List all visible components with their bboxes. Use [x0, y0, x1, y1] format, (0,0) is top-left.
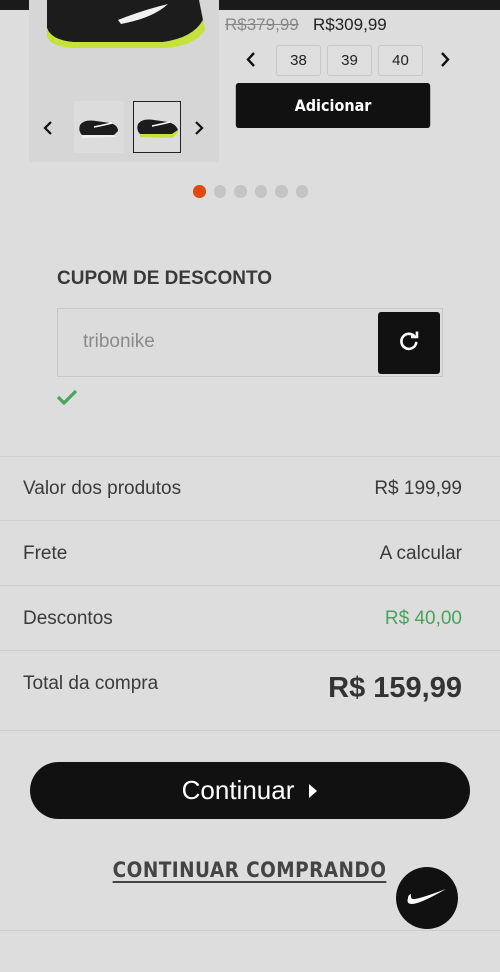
thumbnail-next-button[interactable] — [189, 117, 209, 143]
continue-button[interactable]: Continuar — [30, 762, 470, 819]
size-option[interactable]: 40 — [378, 45, 423, 76]
size-option[interactable]: 38 — [276, 45, 321, 76]
coupon-apply-button[interactable] — [378, 312, 440, 374]
original-price: R$379,99 — [225, 15, 299, 34]
carousel-pagination — [193, 185, 308, 198]
divider — [0, 730, 500, 731]
product-main-image — [43, 0, 205, 52]
carousel-dot[interactable] — [193, 185, 206, 198]
divider — [0, 456, 500, 457]
product-thumbnail[interactable] — [74, 101, 124, 153]
products-total-value: R$ 199,99 — [374, 478, 462, 499]
continue-label: Continuar — [181, 775, 295, 805]
size-next-button[interactable] — [434, 48, 456, 76]
discounts-label: Descontos — [23, 608, 113, 629]
carousel-dot[interactable] — [254, 185, 267, 198]
nike-chat-button[interactable] — [396, 867, 458, 929]
coupon-title: CUPOM DE DESCONTO — [57, 268, 273, 289]
carousel-dot[interactable] — [295, 185, 308, 198]
product-image-carousel — [29, 0, 219, 162]
products-total-label: Valor dos produtos — [23, 478, 182, 499]
chevron-right-icon — [194, 120, 204, 140]
shipping-value: A calcular — [379, 543, 462, 564]
sale-price: R$309,99 — [313, 15, 387, 34]
size-option[interactable]: 39 — [327, 45, 372, 76]
divider — [0, 585, 500, 586]
discounts-value: R$ 40,00 — [384, 608, 462, 629]
divider — [0, 650, 500, 651]
carousel-dot[interactable] — [275, 185, 288, 198]
chevron-left-icon — [246, 52, 256, 72]
size-prev-button[interactable] — [240, 48, 262, 76]
check-icon — [56, 388, 78, 411]
shipping-label: Frete — [23, 543, 68, 564]
chevron-right-icon — [440, 52, 450, 72]
nike-swoosh-icon — [406, 886, 448, 911]
divider — [0, 520, 500, 521]
chevron-left-icon — [43, 120, 53, 140]
carousel-dot[interactable] — [234, 185, 247, 198]
refresh-icon — [398, 330, 420, 357]
order-total-label: Total da compra — [23, 673, 159, 694]
coupon-field: tribonike — [57, 308, 443, 377]
keep-shopping-link[interactable]: CONTINUAR COMPRANDO — [113, 858, 387, 882]
carousel-dot[interactable] — [213, 185, 226, 198]
coupon-input[interactable]: tribonike — [83, 331, 155, 353]
product-thumbnail-selected[interactable] — [133, 101, 181, 153]
play-arrow-icon — [308, 775, 318, 806]
divider — [0, 930, 500, 931]
add-to-cart-button[interactable]: Adicionar — [235, 83, 431, 128]
order-total-value: R$ 159,99 — [328, 672, 462, 704]
thumbnail-prev-button[interactable] — [38, 117, 58, 143]
